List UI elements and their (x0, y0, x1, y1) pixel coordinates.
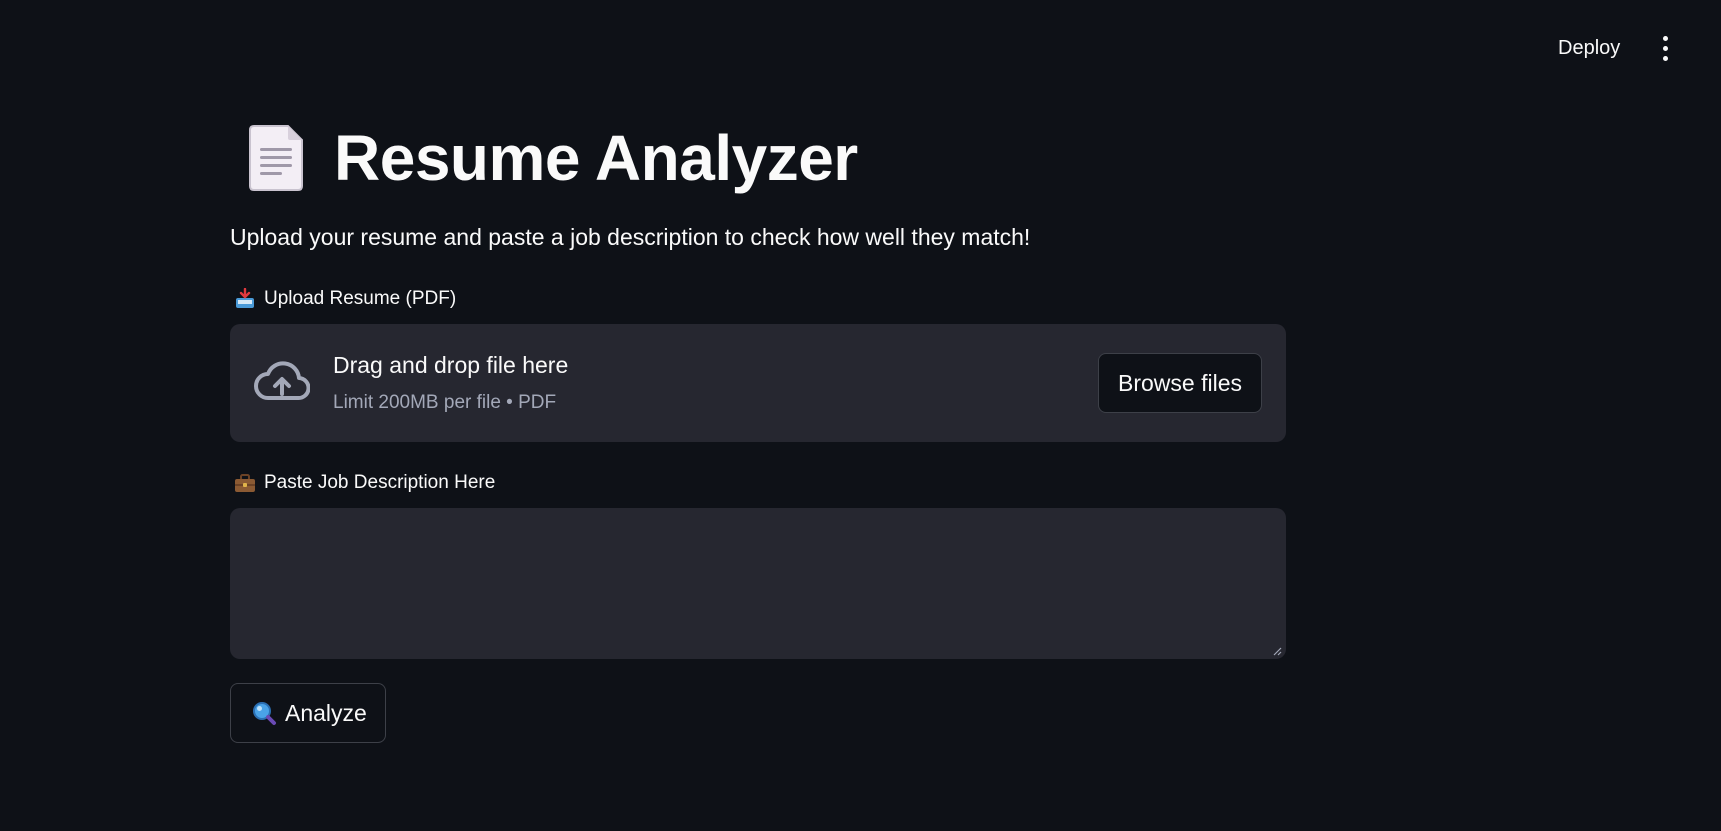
app-header: Deploy (0, 0, 1721, 96)
title-row: Resume Analyzer (230, 118, 858, 198)
file-dropzone[interactable]: Drag and drop file here Limit 200MB per … (230, 324, 1286, 442)
analyze-button-label: Analyze (285, 699, 367, 726)
page-subtitle: Upload your resume and paste a job descr… (230, 224, 1031, 250)
analyze-button[interactable]: Analyze (230, 683, 386, 743)
kebab-menu-icon[interactable] (1652, 30, 1678, 66)
deploy-button[interactable]: Deploy (1546, 31, 1632, 65)
browse-files-button[interactable]: Browse files (1098, 353, 1262, 413)
job-description-textarea[interactable] (230, 508, 1286, 659)
upload-label: Upload Resume (PDF) (234, 288, 456, 310)
page-facing-up-icon (249, 125, 303, 191)
job-description-label: Paste Job Description Here (234, 472, 495, 494)
magnifying-glass-icon (253, 702, 276, 725)
dropzone-title: Drag and drop file here (333, 352, 569, 378)
page-title: Resume Analyzer (334, 122, 858, 194)
inbox-tray-icon (236, 288, 254, 308)
job-description-label-text: Paste Job Description Here (264, 472, 496, 493)
upload-label-text: Upload Resume (PDF) (264, 288, 457, 309)
briefcase-icon (235, 474, 255, 492)
dropzone-limit: Limit 200MB per file • PDF (333, 392, 557, 413)
cloud-upload-icon (254, 361, 310, 400)
resize-handle-icon[interactable] (1272, 646, 1282, 656)
job-description-box (230, 508, 1286, 659)
